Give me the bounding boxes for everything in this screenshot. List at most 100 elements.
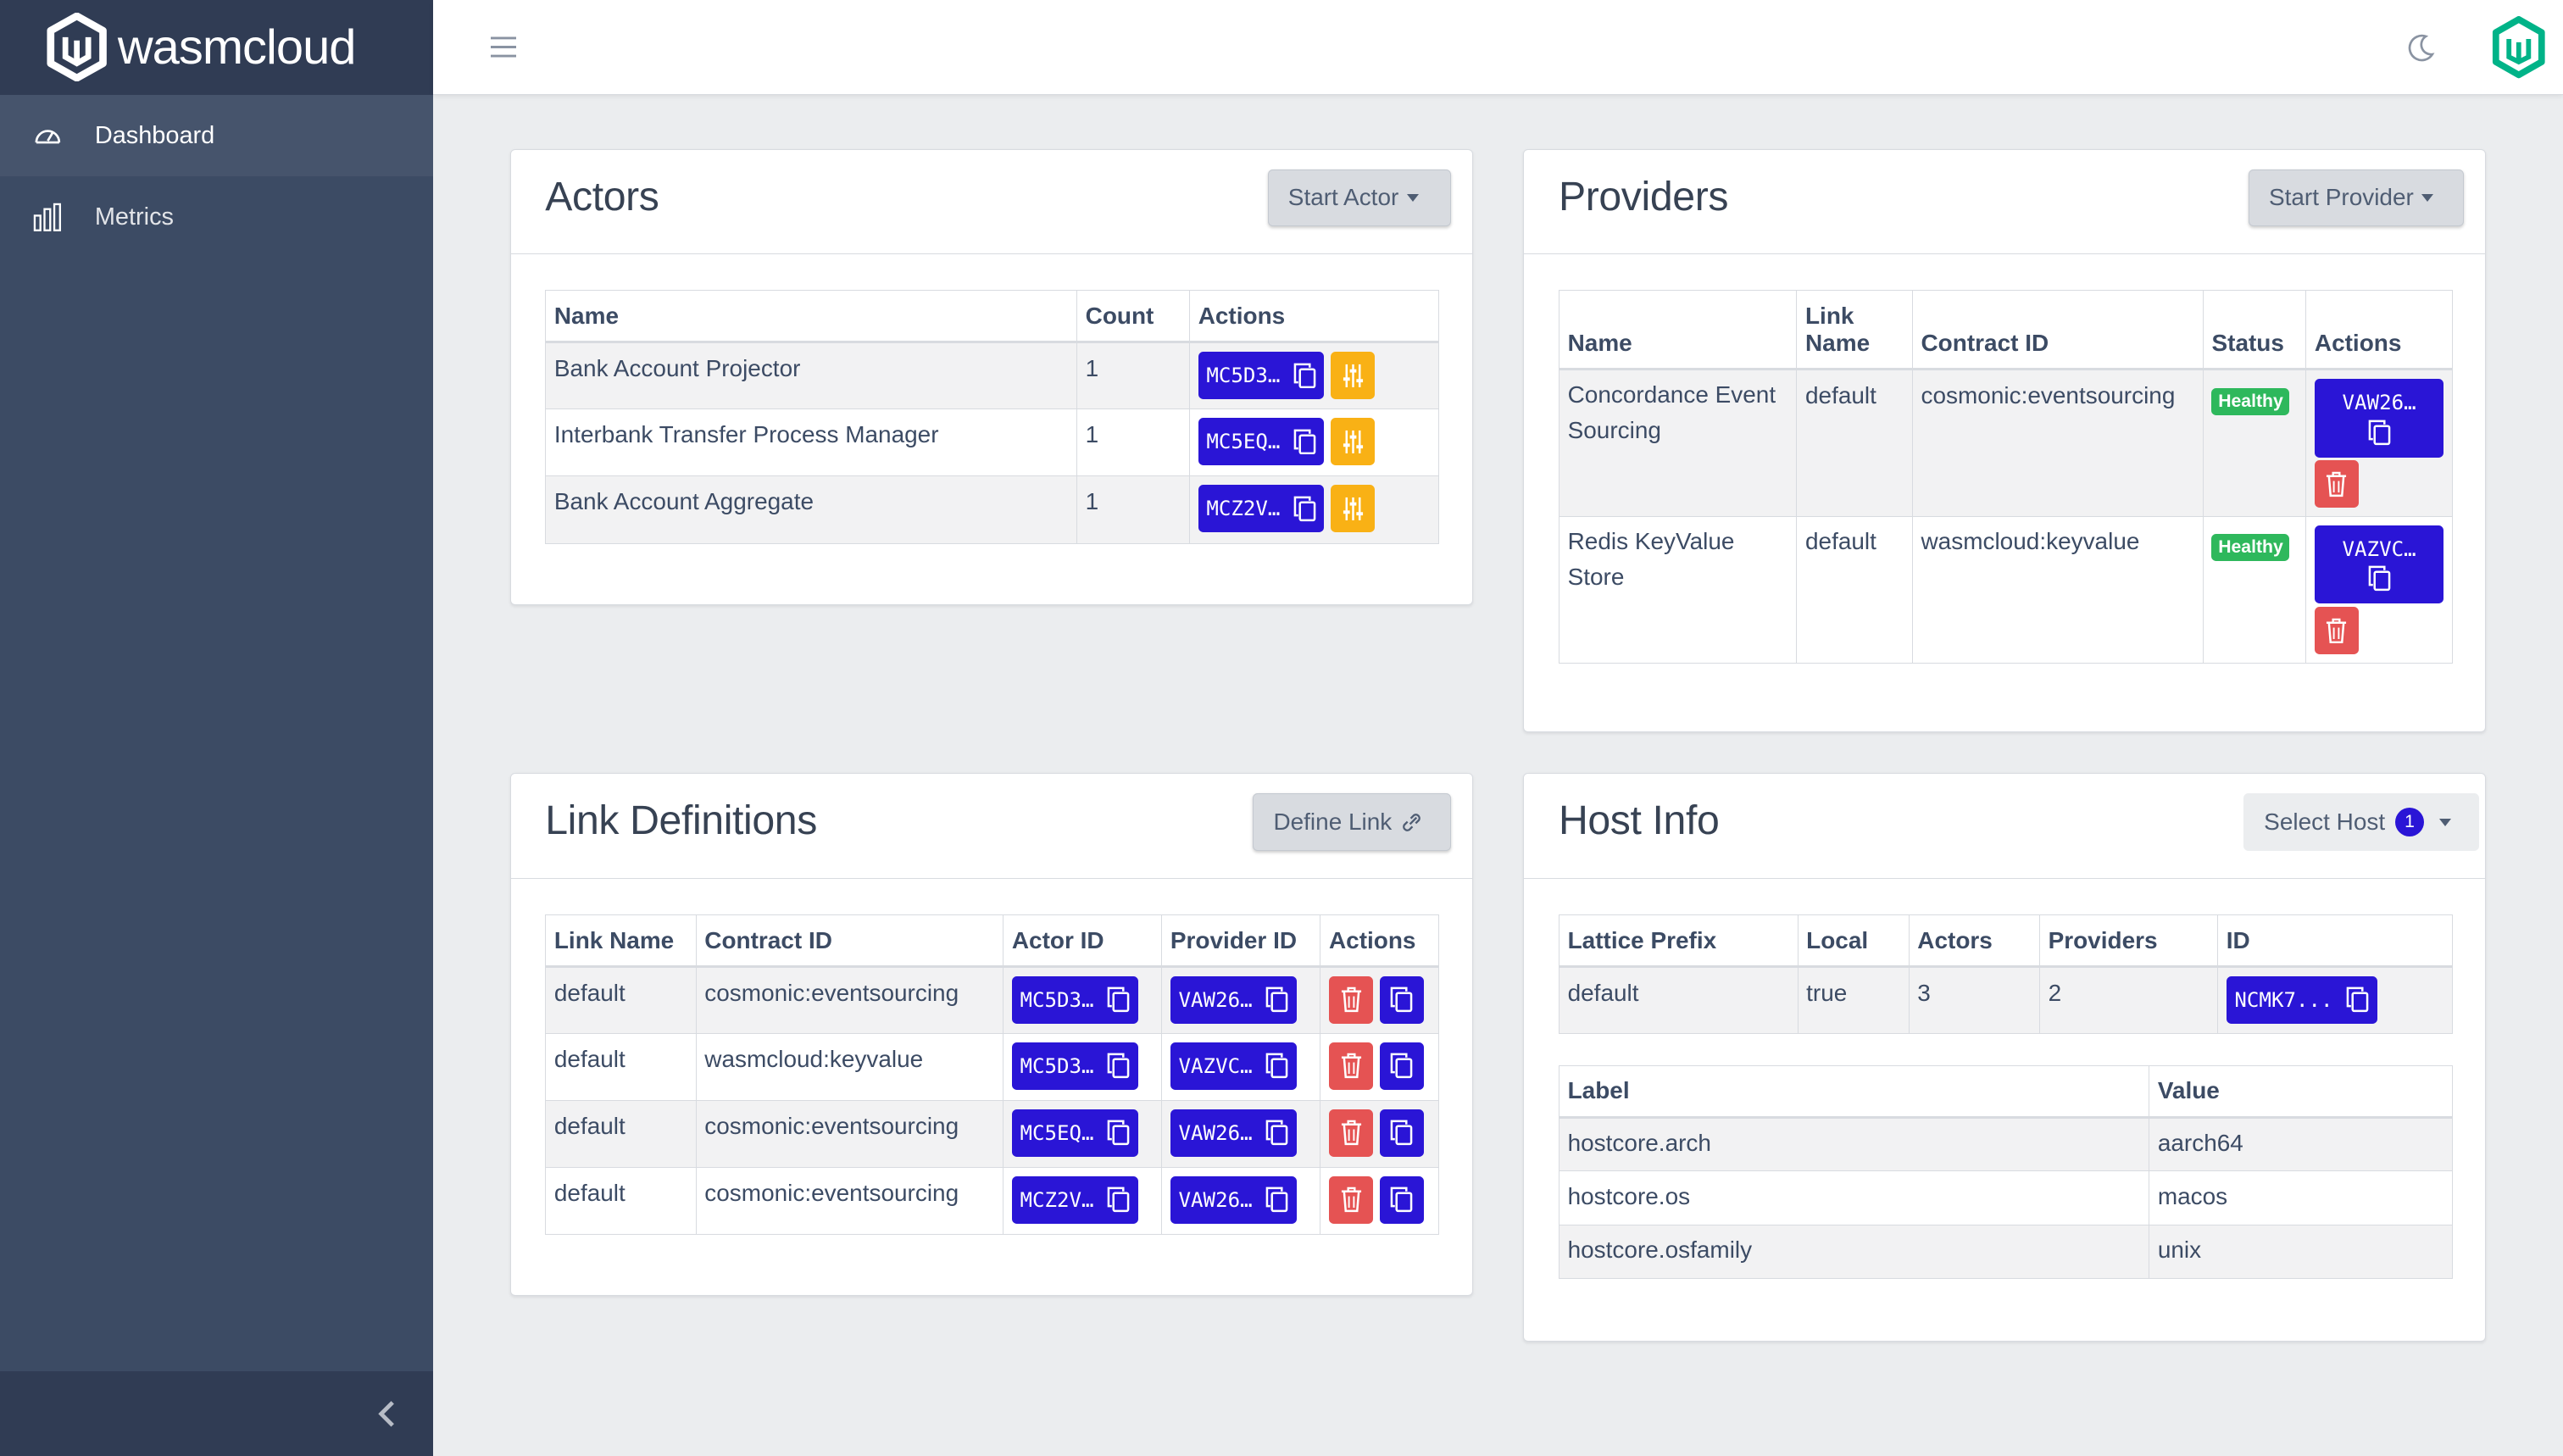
trash-icon — [2327, 471, 2347, 497]
provider-name: Concordance Event Sourcing — [1558, 369, 1798, 517]
sidebar-item-label: Metrics — [94, 203, 174, 231]
copy-id-button[interactable]: MC5D3… — [1198, 352, 1325, 399]
sidebar-footer — [0, 1371, 434, 1456]
button-label: Select Host — [2264, 809, 2386, 836]
start-provider-button[interactable]: Start Provider — [2248, 169, 2465, 227]
copy-actor-id-button[interactable]: MC5D3… — [1011, 1042, 1138, 1090]
stop-provider-button[interactable] — [2314, 607, 2359, 654]
link-name: default — [545, 966, 697, 1035]
id-label: VAW26… — [1178, 1120, 1253, 1145]
table-row: Interbank Transfer Process Manager 1 MC5… — [545, 408, 1440, 477]
actor-count: 1 — [1076, 475, 1191, 544]
link-name: default — [545, 1167, 697, 1236]
id-label: MC5D3… — [1206, 363, 1281, 387]
copy-link-button[interactable] — [1379, 1042, 1424, 1090]
copy-icon — [1107, 1120, 1130, 1146]
copy-icon — [1107, 1053, 1130, 1079]
providers-card: Providers Start Provider Name Link Name … — [1523, 148, 2487, 732]
copy-icon — [1107, 986, 1130, 1013]
delete-link-button[interactable] — [1328, 1042, 1374, 1090]
copy-icon — [1391, 1053, 1413, 1079]
scale-actor-button[interactable] — [1331, 485, 1376, 533]
trash-icon — [1341, 987, 1361, 1013]
host-labels-table: Label Value hostcore.arch aarch64 hostco… — [1558, 1064, 2453, 1280]
table-row: default wasmcloud:keyvalue MC5D3… VAZVC… — [545, 1033, 1440, 1102]
brand[interactable]: wasmcloud — [0, 0, 434, 95]
link-definitions-card: Link Definitions Define Link Link Name C… — [509, 773, 1473, 1297]
host-summary-table: Lattice Prefix Local Actors Providers ID… — [1558, 914, 2453, 1035]
delete-link-button[interactable] — [1328, 1175, 1374, 1224]
table-row: hostcore.osfamily unix — [1558, 1224, 2453, 1280]
id-label: VAW26… — [1178, 1187, 1253, 1212]
copy-icon — [1293, 429, 1316, 454]
id-label: VAW26… — [2342, 390, 2416, 414]
copy-provider-id-button[interactable]: VAW26… — [1170, 975, 1297, 1024]
start-actor-button[interactable]: Start Actor — [1267, 169, 1451, 227]
copy-link-button[interactable] — [1379, 1175, 1424, 1224]
column-header: Contract ID — [695, 914, 1004, 968]
column-header: ID — [2217, 914, 2453, 968]
caret-down-icon — [2438, 818, 2451, 826]
delete-link-button[interactable] — [1328, 975, 1374, 1024]
actor-count: 1 — [1076, 342, 1191, 410]
copy-provider-id-button[interactable]: VAZVC… — [1170, 1042, 1297, 1090]
moon-icon[interactable] — [2406, 33, 2436, 63]
provider-link-name: default — [1796, 369, 1913, 517]
sliders-icon — [1343, 497, 1363, 520]
scale-actor-button[interactable] — [1331, 352, 1376, 399]
column-header: Link Name — [1796, 290, 1913, 370]
sidebar: wasmcloud Dashboard Metrics — [0, 0, 434, 1456]
copy-id-button[interactable]: MC5EQ… — [1198, 418, 1325, 465]
column-header: Label — [1558, 1064, 2150, 1118]
select-host-button[interactable]: Select Host 1 — [2243, 793, 2479, 851]
actor-name: Bank Account Projector — [545, 342, 1077, 410]
copy-actor-id-button[interactable]: MC5EQ… — [1011, 1109, 1138, 1157]
wasmcloud-avatar-icon[interactable] — [2491, 16, 2547, 79]
column-header: Contract ID — [1911, 290, 2204, 370]
copy-icon — [1391, 986, 1413, 1013]
table-row: default true 3 2 NCMK7... — [1558, 966, 2453, 1035]
actors-card: Actors Start Actor Name Count Actions Ba… — [509, 148, 1473, 605]
card-title: Actors — [545, 173, 659, 220]
define-link-button[interactable]: Define Link — [1253, 793, 1451, 851]
copy-actor-id-button[interactable]: MC5D3… — [1011, 975, 1138, 1024]
sidebar-item-metrics[interactable]: Metrics — [0, 176, 433, 258]
card-title: Providers — [1558, 173, 1729, 220]
copy-provider-id-button[interactable]: VAW26… — [1170, 1175, 1297, 1224]
hamburger-menu-icon[interactable] — [490, 36, 517, 58]
copy-id-button[interactable]: VAZVC… — [2314, 525, 2444, 604]
sliders-icon — [1343, 430, 1363, 453]
column-header: Link Name — [545, 914, 697, 968]
provider-contract-id: wasmcloud:keyvalue — [1911, 515, 2204, 664]
copy-id-button[interactable]: MCZ2V… — [1198, 485, 1325, 533]
button-label: Define Link — [1273, 809, 1393, 836]
link-contract-id: cosmonic:eventsourcing — [695, 1167, 1004, 1236]
provider-contract-id: cosmonic:eventsourcing — [1911, 369, 2204, 517]
sidebar-item-dashboard[interactable]: Dashboard — [0, 94, 434, 177]
copy-id-button[interactable]: VAW26… — [2314, 379, 2444, 458]
copy-actor-id-button[interactable]: MCZ2V… — [1011, 1175, 1138, 1224]
copy-link-button[interactable] — [1379, 975, 1424, 1024]
bar-chart-icon — [33, 203, 61, 232]
scale-actor-button[interactable] — [1331, 418, 1376, 465]
copy-icon — [1265, 1120, 1288, 1146]
column-header: Actor ID — [1003, 914, 1163, 968]
copy-link-button[interactable] — [1379, 1109, 1424, 1157]
table-row: default cosmonic:eventsourcing MC5D3… VA… — [545, 966, 1440, 1035]
stop-provider-button[interactable] — [2314, 460, 2359, 508]
actor-count: 1 — [1076, 408, 1191, 477]
id-label: VAZVC… — [1178, 1053, 1253, 1078]
column-header: Provider ID — [1161, 914, 1321, 968]
actor-name: Interbank Transfer Process Manager — [545, 408, 1077, 477]
sliders-icon — [1343, 364, 1363, 387]
host-local: true — [1797, 966, 1910, 1035]
column-header: Lattice Prefix — [1558, 914, 1799, 968]
copy-icon — [1265, 1053, 1288, 1079]
table-row: Bank Account Projector 1 MC5D3… — [545, 342, 1440, 410]
copy-provider-id-button[interactable]: VAW26… — [1170, 1109, 1297, 1157]
delete-link-button[interactable] — [1328, 1109, 1374, 1157]
table-row: default cosmonic:eventsourcing MCZ2V… VA… — [545, 1167, 1440, 1236]
chevron-left-icon[interactable] — [375, 1398, 401, 1431]
column-header: Name — [545, 290, 1077, 343]
copy-host-id-button[interactable]: NCMK7... — [2226, 975, 2377, 1024]
